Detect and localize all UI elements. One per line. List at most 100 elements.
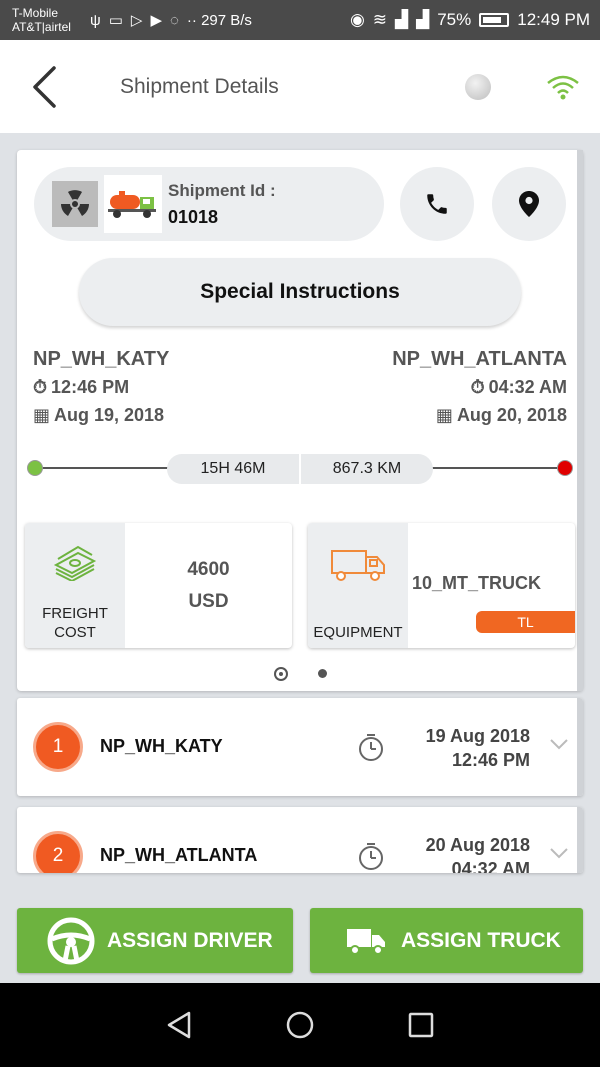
- destination-date: Aug 20, 2018: [456, 404, 567, 425]
- origin-time-row: ⏱ 12:46 PM: [33, 373, 169, 401]
- freight-currency: USD: [188, 590, 229, 612]
- monitor-icon: ▭: [108, 12, 123, 29]
- calendar-icon: ▦: [33, 404, 51, 425]
- equipment-label: EQUIPMENT: [313, 624, 403, 641]
- money-stack-icon: [53, 545, 97, 581]
- youtube-icon: ▶: [150, 12, 162, 29]
- stop-name: NP_WH_ATLANTA: [100, 845, 258, 865]
- wifi-status-icon: ≋: [372, 10, 388, 29]
- carousel-pager[interactable]: [17, 667, 583, 681]
- timer-icon: ⏱: [470, 376, 485, 397]
- load-type-badge: TL: [476, 611, 575, 633]
- status-bar: T-Mobile AT&T|airtel ψ ▭ ▷ ▶ ◌ ·· 297 B/…: [0, 0, 600, 40]
- stop-name: NP_WH_KATY: [100, 736, 223, 756]
- pager-dot-active[interactable]: [273, 667, 288, 681]
- hazard-badge: [52, 181, 98, 227]
- origin-info: NP_WH_KATY ⏱ 12:46 PM ▦ Aug 19, 2018: [33, 345, 169, 429]
- phone-icon: [427, 194, 447, 214]
- eye-icon: ◉: [349, 10, 365, 29]
- origin-name: NP_WH_KATY: [33, 347, 170, 370]
- notification-icons: ψ ▭ ▷ ▶ ◌ ·· 297 B/s: [90, 11, 252, 30]
- carrier-line-2: AT&T|airtel: [12, 20, 71, 34]
- back-button[interactable]: [0, 40, 90, 133]
- signal-icon: ▟: [395, 10, 409, 29]
- stop-datetime: 20 Aug 2018 04:32 AM: [426, 833, 530, 873]
- steering-wheel-icon: [47, 917, 95, 964]
- stopwatch-icon: [359, 843, 383, 870]
- radiation-icon: [61, 190, 89, 216]
- truck-outline-icon: [331, 550, 385, 581]
- wifi-icon: [547, 75, 579, 99]
- freight-cost-card: FREIGHT COST 4600 USD: [25, 523, 292, 648]
- usb-icon: ψ: [90, 11, 101, 29]
- connection-status-dot: [465, 73, 491, 100]
- calendar-icon: ▦: [435, 404, 453, 425]
- stop-date: 19 Aug 2018: [425, 726, 530, 746]
- destination-date-row: ▦ Aug 20, 2018: [392, 401, 567, 429]
- route-stats: 15H 46M 867.3 KM: [167, 454, 433, 484]
- equipment-value: 10_MT_TRUCK TL: [408, 523, 575, 648]
- arrow-left-icon: [33, 65, 56, 108]
- destination-info: NP_WH_ATLANTA ⏱ 04:32 AM ▦ Aug 20, 2018: [392, 345, 567, 429]
- map-pin-icon: [519, 191, 539, 217]
- shipment-id-value: 01018: [168, 207, 219, 227]
- status-right: ◉ ≋ ▟ ▟ 75% 12:49 PM: [350, 10, 590, 30]
- stop-datetime: 19 Aug 2018 12:46 PM: [426, 724, 530, 772]
- tanker-truck-icon: [108, 191, 156, 218]
- assign-truck-label: ASSIGN TRUCK: [401, 928, 561, 952]
- pager-dot[interactable]: [317, 669, 327, 678]
- stop-row[interactable]: 2 NP_WH_ATLANTA 20 Aug 2018 04:32 AM: [17, 807, 583, 873]
- app-bar: Shipment Details: [0, 40, 600, 133]
- special-instructions-button[interactable]: Special Instructions: [79, 258, 521, 326]
- stop-time: 04:32 AM: [451, 859, 530, 873]
- stop-number: 1: [33, 722, 83, 772]
- route-progress: 15H 46M 867.3 KM: [27, 454, 573, 484]
- freight-amount: 4600: [187, 558, 230, 580]
- timer-icon: ⏱: [33, 376, 48, 397]
- call-button[interactable]: [400, 167, 474, 241]
- shipment-id-label: Shipment Id :: [168, 181, 276, 200]
- freight-label-line-2: COST: [54, 624, 96, 641]
- clock-time: 12:49 PM: [517, 10, 590, 29]
- row-scrollbar: [577, 698, 583, 796]
- recents-nav-icon[interactable]: [408, 1012, 434, 1038]
- stopwatch-icon: [359, 734, 383, 761]
- destination-time-row: ⏱ 04:32 AM: [392, 373, 567, 401]
- system-nav-bar: [0, 983, 600, 1067]
- assign-driver-button[interactable]: ASSIGN DRIVER: [17, 908, 293, 973]
- assign-driver-label: ASSIGN DRIVER: [107, 928, 273, 952]
- location-button[interactable]: [492, 167, 566, 241]
- freight-label-line-1: FREIGHT: [42, 605, 108, 622]
- stop-date: 20 Aug 2018: [425, 835, 530, 855]
- stop-time: 12:46 PM: [451, 750, 530, 770]
- tanker-badge: [104, 175, 162, 233]
- origin-date: Aug 19, 2018: [54, 404, 165, 425]
- route-distance: 867.3 KM: [332, 460, 402, 477]
- route-start-dot: [27, 460, 43, 476]
- assign-truck-button[interactable]: ASSIGN TRUCK: [310, 908, 583, 973]
- equipment-card: EQUIPMENT 10_MT_TRUCK TL: [308, 523, 575, 648]
- destination-time: 04:32 AM: [488, 376, 567, 397]
- route-duration: 15H 46M: [200, 460, 266, 477]
- whatsapp-icon: ◌: [169, 11, 179, 29]
- battery-percent: 75%: [437, 10, 472, 29]
- equipment-name: 10_MT_TRUCK: [412, 573, 542, 593]
- freight-value: 4600 USD: [125, 523, 292, 648]
- carrier-label: T-Mobile AT&T|airtel: [12, 6, 84, 34]
- network-speed: ·· 297 B/s: [186, 11, 252, 29]
- home-nav-icon[interactable]: [285, 1010, 315, 1040]
- row-scrollbar: [577, 807, 583, 873]
- chevron-down-icon[interactable]: [549, 847, 569, 859]
- origin-time: 12:46 PM: [51, 376, 130, 397]
- shipment-card: Shipment Id : 01018 Special Instructions…: [17, 150, 583, 691]
- stop-row[interactable]: 1 NP_WH_KATY 19 Aug 2018 12:46 PM: [17, 698, 583, 796]
- chevron-down-icon[interactable]: [549, 738, 569, 750]
- carrier-line-1: T-Mobile: [12, 6, 59, 20]
- back-nav-icon[interactable]: [166, 1011, 192, 1039]
- card-scrollbar: [577, 150, 583, 691]
- battery-icon: [479, 13, 510, 27]
- freight-cost-label: FREIGHT COST: [25, 523, 125, 648]
- play-store-icon: ▷: [130, 12, 143, 29]
- stop-number: 2: [33, 831, 83, 873]
- signal-icon-2: ▟: [416, 10, 430, 29]
